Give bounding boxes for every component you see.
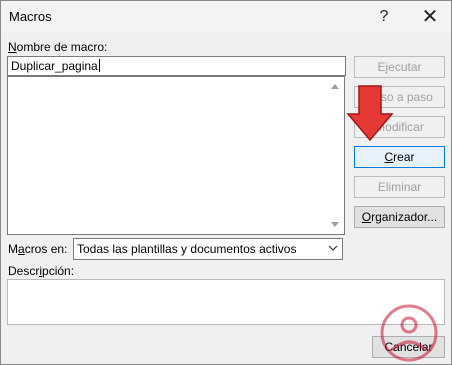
red-arrow-icon [346, 85, 394, 142]
title-bar: Macros ? ✕ [1, 1, 451, 33]
scroll-up-icon[interactable] [331, 84, 339, 89]
window-title: Macros [9, 9, 52, 24]
crear-button[interactable]: Crear [354, 146, 445, 168]
scroll-down-icon[interactable] [331, 222, 339, 227]
descripcion-label: Descripción: [8, 264, 75, 278]
chevron-down-icon [328, 245, 338, 251]
close-icon[interactable]: ✕ [417, 5, 443, 29]
macros-en-select[interactable]: Todas las plantillas y documentos activo… [73, 238, 343, 260]
watermark-logo-icon [380, 304, 438, 362]
macro-name-label: Nombre de macro: [8, 40, 108, 54]
macros-en-label: Macros en: [8, 242, 68, 256]
eliminar-button[interactable]: Eliminar [354, 176, 445, 198]
macros-en-selected: Todas las plantillas y documentos activo… [77, 242, 297, 256]
ejecutar-button[interactable]: Ejecutar [354, 56, 445, 78]
macro-name-input[interactable]: Duplicar_pagina [7, 56, 346, 76]
text-caret [98, 59, 100, 72]
macro-name-value: Duplicar_pagina [11, 59, 98, 73]
macro-list[interactable] [7, 76, 345, 235]
help-icon[interactable]: ? [371, 5, 397, 29]
list-scrollbar[interactable] [327, 77, 344, 234]
organizador-button[interactable]: Organizador... [354, 206, 445, 228]
